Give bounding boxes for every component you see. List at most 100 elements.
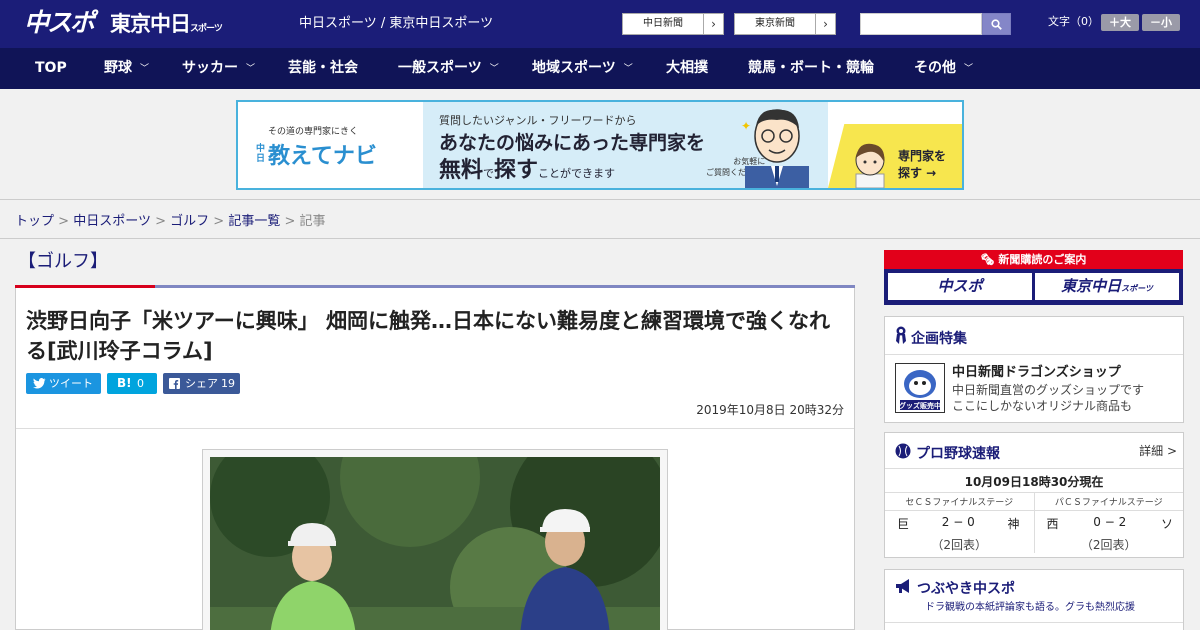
nav-item-label: 地域スポーツ <box>532 60 616 76</box>
chevron-right-icon: › <box>703 14 723 34</box>
tweet-label: ツイート <box>49 377 93 390</box>
subscribe-tokyo-label: 東京中日 <box>1061 277 1122 295</box>
nav-item-local-sports[interactable]: 地域スポーツ ﹀ <box>532 48 633 89</box>
breadcrumb-link-golf[interactable]: ゴルフ <box>170 214 209 229</box>
dragons-shop-desc1: 中日新聞直営のグッズショップです <box>952 383 1145 397</box>
dragons-shop-thumbnail[interactable]: グッズ販売中 <box>895 363 945 413</box>
banner-line3: 無料で探すことができます <box>439 152 615 184</box>
nav-item-entertainment[interactable]: 芸能・社会 <box>288 48 358 89</box>
banner-brand-panel: その道の専門家にきく 中日 教えてナビ <box>238 102 423 188</box>
pacific-game-score[interactable]: 西 0 − 2 ソ <box>1034 510 1183 536</box>
hatena-count: 0 <box>137 377 144 390</box>
tweets-box: つぶやき中スポ ドラ観戦の本紙評論家も語る。グラも熱烈応援 <box>884 569 1184 630</box>
baseball-scores-title: プロ野球速報 <box>916 446 1000 462</box>
baseball-scores-box: プロ野球速報 詳細 > 10月09日18時30分現在 セＣＳファイナルステージ … <box>884 432 1184 558</box>
nav-item-label: TOP <box>35 60 67 76</box>
baseball-detail-link[interactable]: 詳細 > <box>1139 442 1177 459</box>
subscription-header[interactable]: 🗞 新聞購読のご案内 <box>884 250 1183 269</box>
nav-item-keiba[interactable]: 競馬・ボート・競輪 <box>748 48 874 89</box>
banner-line1: 質問したいジャンル・フリーワードから <box>439 114 637 127</box>
nav-item-label: 芸能・社会 <box>288 60 358 76</box>
nav-item-label: 大相撲 <box>666 60 708 76</box>
global-nav: TOP 野球 ﹀ サッカー ﹀ 芸能・社会 一般スポーツ ﹀ 地域スポーツ ﹀ 大相撲 … <box>0 48 1200 89</box>
dragons-shop-title[interactable]: 中日新聞ドラゴンズショップ <box>952 361 1121 380</box>
central-game-score[interactable]: 巨 2 − 0 神 <box>885 510 1035 536</box>
chunichi-shimbun-button[interactable]: 中日新聞 › <box>622 13 724 35</box>
tweets-desc[interactable]: ドラ観戦の本紙評論家も語る。グラも熱烈応援 <box>925 598 1135 613</box>
tweets-title[interactable]: つぶやき中スポ <box>917 578 1015 598</box>
tokyo-logo-sub: スポーツ <box>190 24 223 34</box>
breadcrumb-divider <box>0 238 1200 239</box>
central-inning: （2回表） <box>885 536 1035 553</box>
font-smaller-button[interactable]: －小 <box>1142 14 1180 31</box>
team-away: 神 <box>1007 516 1020 531</box>
tokyo-chunichi-logo[interactable]: 東京中日スポーツ <box>110 10 223 43</box>
baseball-score-table: セＣＳファイナルステージ パＣＳファイナルステージ 巨 2 − 0 神 西 0 … <box>885 493 1183 553</box>
chevron-down-icon: ﹀ <box>964 64 974 74</box>
nav-item-soccer[interactable]: サッカー ﹀ <box>182 48 255 89</box>
megaphone-icon <box>896 579 909 593</box>
twitter-icon <box>33 378 46 389</box>
baseball-divider <box>885 468 1183 469</box>
pacific-stage-label: パＣＳファイナルステージ <box>1054 497 1163 508</box>
nav-item-top[interactable]: TOP <box>35 48 67 89</box>
subscribe-tokyo-chunichi-button[interactable]: 東京中日スポーツ <box>1035 273 1179 300</box>
breadcrumb-link-article-list[interactable]: 記事一覧 <box>228 214 280 229</box>
tweet-button[interactable]: ツイート <box>26 373 101 394</box>
nav-item-sumo[interactable]: 大相撲 <box>666 48 708 89</box>
banner-cta-text[interactable]: 専門家を 探す → <box>898 148 946 182</box>
nav-item-label: 一般スポーツ <box>398 60 482 76</box>
chevron-down-icon: ﹀ <box>140 64 150 74</box>
baseball-icon <box>895 443 911 459</box>
breadcrumb-current: 記事 <box>299 214 326 229</box>
banner-brand-prefix: 中日 <box>256 144 266 164</box>
nav-item-other[interactable]: その他 ﹀ <box>914 48 973 89</box>
tokyo-logo-text: 東京中日 <box>110 12 191 36</box>
pacific-inning: （2回表） <box>1080 538 1137 552</box>
team-home: 西 <box>1046 516 1059 531</box>
breadcrumb-separator: > <box>155 214 166 229</box>
nav-item-label: 競馬・ボート・競輪 <box>748 60 874 76</box>
breadcrumb-link-chuspo[interactable]: 中日スポーツ <box>73 214 151 229</box>
breadcrumb-separator: > <box>213 214 225 229</box>
breadcrumb-link-top[interactable]: トップ <box>15 214 54 229</box>
article-category[interactable]: 【ゴルフ】 <box>18 250 108 274</box>
special-divider <box>885 354 1183 355</box>
breadcrumb-separator: > <box>284 214 296 229</box>
tokyo-shimbun-button[interactable]: 東京新聞 › <box>734 13 836 35</box>
golfers-photo <box>210 457 660 630</box>
site-links[interactable]: 中日スポーツ / 東京中日スポーツ <box>299 16 493 32</box>
woman-illustration <box>855 143 885 188</box>
subscribe-tokyo-sub: スポーツ <box>1121 284 1153 293</box>
central-stage-label: セＣＳファイナルステージ <box>885 493 1035 510</box>
nav-item-general-sports[interactable]: 一般スポーツ ﹀ <box>398 48 499 89</box>
font-larger-button[interactable]: ＋大 <box>1101 14 1139 31</box>
chevron-down-icon: ﹀ <box>489 64 499 74</box>
chuspo-logo[interactable]: 中スポ <box>24 8 95 38</box>
nav-item-baseball[interactable]: 野球 ﹀ <box>104 48 149 89</box>
tokyo-shimbun-label: 東京新聞 <box>755 18 795 29</box>
subscription-buttons: 中スポ 東京中日スポーツ <box>884 269 1183 305</box>
newspaper-icon: 🗞 <box>980 253 999 266</box>
hatena-icon: B! <box>117 376 132 390</box>
font-size-label: 文字（0） <box>1048 15 1099 28</box>
score: 2 − 0 <box>941 514 975 529</box>
article-photo[interactable] <box>210 457 660 630</box>
subscription-header-label: 新聞購読のご案内 <box>998 253 1087 266</box>
oshiete-navi-banner[interactable]: その道の専門家にきく 中日 教えてナビ 質問したいジャンル・フリーワードから あ… <box>236 100 964 190</box>
chevron-down-icon: ﹀ <box>623 64 633 74</box>
chevron-right-icon: › <box>815 14 835 34</box>
nav-item-label: 野球 <box>104 60 132 76</box>
subscribe-chuspo-button[interactable]: 中スポ <box>888 273 1032 300</box>
breadcrumb-separator: > <box>58 214 70 229</box>
facebook-share-button[interactable]: シェア 19 <box>163 373 240 394</box>
search-input[interactable] <box>860 13 982 35</box>
article-divider <box>16 428 854 429</box>
baseball-time: 10月09日18時30分現在 <box>964 475 1104 489</box>
hatena-bookmark-button[interactable]: B! 0 <box>107 373 157 394</box>
search-button[interactable] <box>982 13 1011 35</box>
banner-line2: あなたの悩みにあった専門家を <box>439 132 706 154</box>
site-header: 中スポ 東京中日スポーツ 中日スポーツ / 東京中日スポーツ 中日新聞 › 東京… <box>0 0 1200 48</box>
article-photo-frame <box>202 449 668 630</box>
article-title: 渋野日向子「米ツアーに興味」 畑岡に触発…日本にない難易度と練習環境で強くなれる… <box>26 309 831 363</box>
